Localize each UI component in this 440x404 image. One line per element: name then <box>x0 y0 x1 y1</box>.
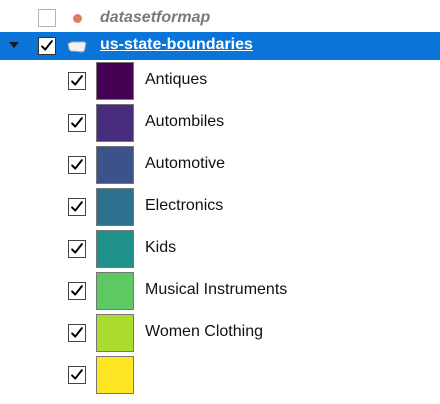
layer-visibility-checkbox[interactable] <box>38 37 56 55</box>
legend-item-checkbox[interactable] <box>68 114 86 132</box>
legend-item-checkbox[interactable] <box>68 240 86 258</box>
checkmark-icon <box>41 40 53 51</box>
legend-color-swatch <box>96 104 134 142</box>
legend-label: Autombiles <box>145 113 225 130</box>
layer-visibility-checkbox[interactable] <box>38 9 56 27</box>
legend-label: Automotive <box>145 155 226 172</box>
legend-label: Antiques <box>145 71 208 88</box>
legend-item-checkbox[interactable] <box>68 282 86 300</box>
legend-label: Kids <box>145 239 177 256</box>
legend-item-checkbox[interactable] <box>68 366 86 384</box>
checkmark-icon <box>71 327 83 338</box>
legend-item[interactable] <box>0 354 440 396</box>
legend-item-checkbox[interactable] <box>68 324 86 342</box>
checkmark-icon <box>71 285 83 296</box>
legend-item[interactable]: Automotive <box>0 144 440 186</box>
legend-item-checkbox[interactable] <box>68 156 86 174</box>
legend-color-swatch <box>96 62 134 100</box>
layer-row-us-state-boundaries[interactable]: us-state-boundaries <box>0 32 440 60</box>
legend-item[interactable]: Electronics <box>0 186 440 228</box>
layer-name[interactable]: datasetformap <box>100 9 210 27</box>
legend-color-swatch <box>96 146 134 184</box>
expand-collapse-icon[interactable] <box>9 42 19 48</box>
legend-color-swatch <box>96 188 134 226</box>
checkmark-icon <box>71 369 83 380</box>
checkmark-icon <box>71 75 83 86</box>
legend-item-checkbox[interactable] <box>68 198 86 216</box>
checkmark-icon <box>71 159 83 170</box>
layer-row-datasetformap[interactable]: datasetformap <box>0 4 440 32</box>
legend-item-checkbox[interactable] <box>68 72 86 90</box>
legend-item[interactable]: Musical Instruments <box>0 270 440 312</box>
legend-label: Electronics <box>145 197 224 214</box>
legend-color-swatch <box>96 356 134 394</box>
layer-name[interactable]: us-state-boundaries <box>100 36 253 54</box>
checkmark-icon <box>71 117 83 128</box>
legend-color-swatch <box>96 230 134 268</box>
legend-label: Women Clothing <box>145 323 263 340</box>
legend-item[interactable]: Autombiles <box>0 102 440 144</box>
point-dot-icon <box>73 14 82 23</box>
legend-label: Musical Instruments <box>145 281 288 298</box>
legend-color-swatch <box>96 314 134 352</box>
checkmark-icon <box>71 243 83 254</box>
legend-color-swatch <box>96 272 134 310</box>
polygon-icon <box>67 41 87 53</box>
legend-item[interactable]: Women Clothing <box>0 312 440 354</box>
legend-item[interactable]: Antiques <box>0 60 440 102</box>
layers-panel: datasetformap us-state-boundaries Antiqu… <box>0 0 440 404</box>
checkmark-icon <box>71 201 83 212</box>
legend-item[interactable]: Kids <box>0 228 440 270</box>
